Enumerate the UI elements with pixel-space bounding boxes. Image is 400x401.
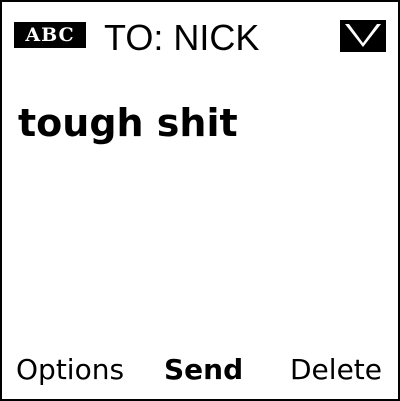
send-softkey[interactable]: Send [164, 353, 243, 387]
options-softkey[interactable]: Options [16, 353, 124, 387]
softkey-bar: Options Send Delete [2, 351, 398, 393]
phone-screen: ABC TO: NICK tough shit Options Send Dele… [0, 0, 400, 401]
recipient-name[interactable]: NICK [173, 17, 259, 58]
message-body[interactable]: tough shit [18, 98, 382, 328]
input-mode-badge[interactable]: ABC [14, 22, 86, 48]
to-label: TO: [104, 17, 164, 58]
message-header: ABC TO: NICK [14, 14, 390, 58]
recipient-line: TO: NICK [104, 18, 259, 58]
message-envelope-icon [340, 20, 386, 52]
message-text[interactable]: tough shit [18, 98, 382, 148]
delete-softkey[interactable]: Delete [290, 353, 382, 387]
